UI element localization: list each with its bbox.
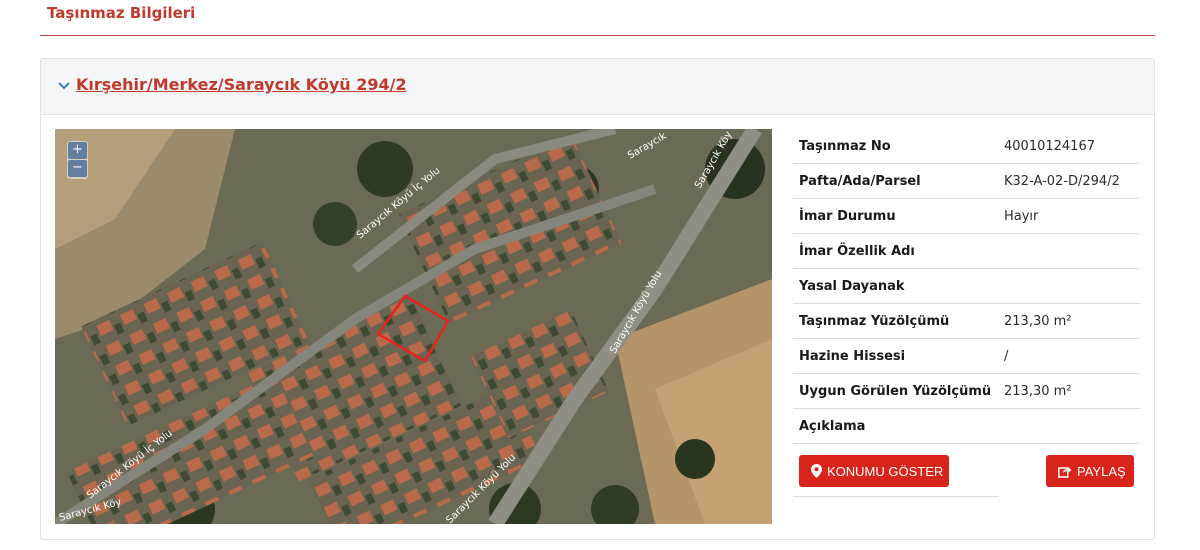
info-label: İmar Durumu	[799, 208, 896, 224]
info-row: Açıklama	[793, 409, 1140, 444]
info-label: Pafta/Ada/Parsel	[799, 173, 921, 189]
share-button[interactable]: PAYLAŞ	[1046, 455, 1134, 487]
info-value: /	[1004, 348, 1009, 364]
zoom-in-button[interactable]: +	[68, 142, 87, 159]
share-icon	[1058, 466, 1072, 478]
info-row: Yasal Dayanak	[793, 269, 1140, 304]
zoom-control: + −	[67, 141, 88, 179]
section-title: Taşınmaz Bilgileri	[47, 4, 196, 22]
info-value: 40010124167	[1004, 138, 1095, 154]
info-row: Pafta/Ada/Parsel K32-A-02-D/294/2	[793, 164, 1140, 199]
info-row: Uygun Görülen Yüzölçümü 213,30 m²	[793, 374, 1140, 409]
info-label: Hazine Hissesi	[799, 348, 906, 364]
info-label: Uygun Görülen Yüzölçümü	[799, 383, 992, 399]
info-row: Taşınmaz No 40010124167	[793, 129, 1140, 164]
info-row: Taşınmaz Yüzölçümü 213,30 m²	[793, 304, 1140, 339]
map-imagery: Saraycık Köyü İç Yolu Saraycık Köyü Yolu…	[55, 129, 772, 524]
chevron-down-icon[interactable]	[57, 80, 71, 92]
info-value: 213,30 m²	[1004, 383, 1072, 399]
property-title-link[interactable]: Kırşehir/Merkez/Saraycık Köyü 294/2	[76, 75, 407, 94]
property-panel: Kırşehir/Merkez/Saraycık Köyü 294/2 Sara…	[40, 58, 1155, 540]
map-marker-icon	[811, 464, 822, 478]
info-row: Hazine Hissesi /	[793, 339, 1140, 374]
info-label: İmar Özellik Adı	[799, 243, 915, 259]
info-value: K32-A-02-D/294/2	[1004, 173, 1120, 189]
show-location-button[interactable]: KONUMU GÖSTER	[799, 455, 949, 487]
satellite-map[interactable]: Saraycık Köyü İç Yolu Saraycık Köyü Yolu…	[55, 129, 772, 524]
share-label: PAYLAŞ	[1077, 463, 1126, 479]
zoom-out-button[interactable]: −	[68, 160, 87, 177]
show-location-label: KONUMU GÖSTER	[827, 463, 944, 479]
info-label: Açıklama	[799, 418, 866, 434]
info-row: İmar Durumu Hayır	[793, 199, 1140, 234]
info-label: Taşınmaz No	[799, 138, 891, 154]
info-label: Yasal Dayanak	[799, 278, 905, 294]
panel-header[interactable]: Kırşehir/Merkez/Saraycık Köyü 294/2	[41, 59, 1154, 115]
info-value: 213,30 m²	[1004, 313, 1072, 329]
info-label: Taşınmaz Yüzölçümü	[799, 313, 950, 329]
button-row-divider	[793, 496, 999, 497]
info-value: Hayır	[1004, 208, 1039, 224]
title-divider	[40, 35, 1155, 36]
property-info-table: Taşınmaz No 40010124167 Pafta/Ada/Parsel…	[793, 129, 1140, 497]
info-row: İmar Özellik Adı	[793, 234, 1140, 269]
